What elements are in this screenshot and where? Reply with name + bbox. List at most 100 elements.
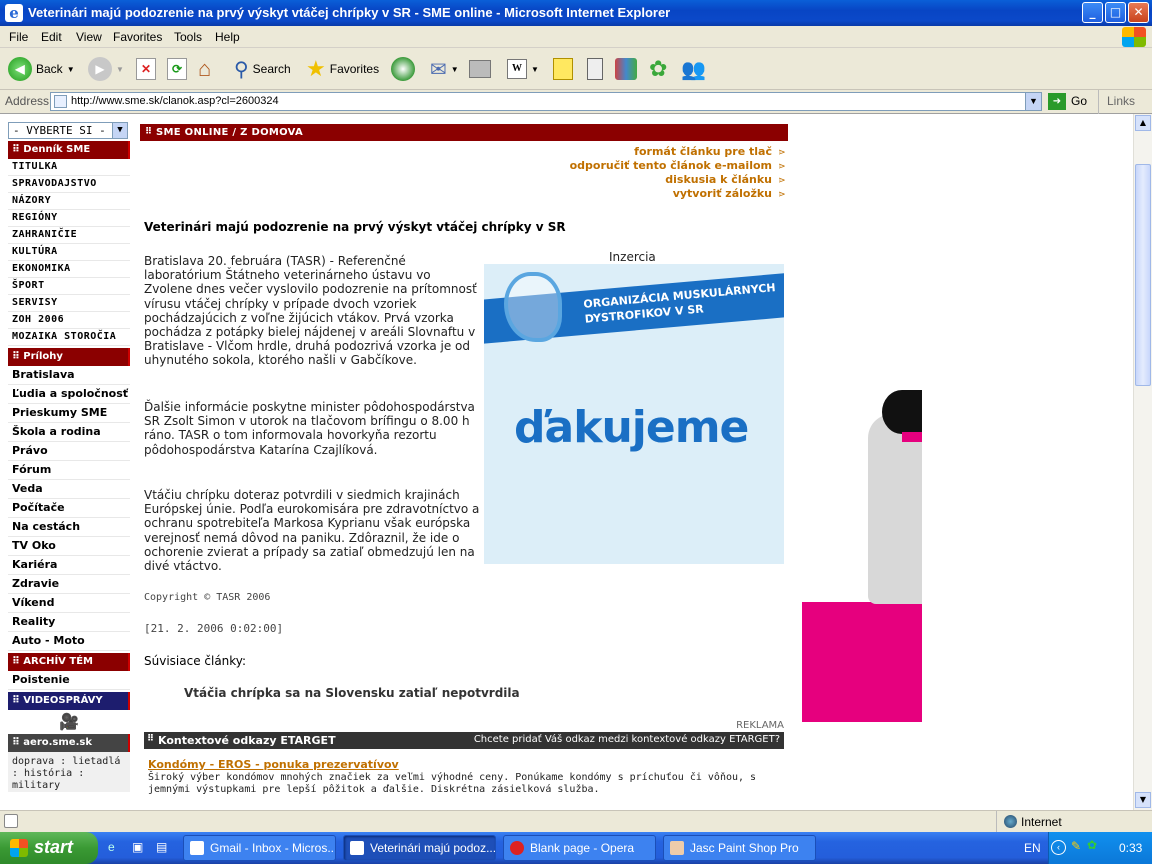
nav-item[interactable]: REGIÓNY xyxy=(8,210,130,227)
nav-item[interactable]: TITULKA xyxy=(8,159,130,176)
task-sme-article[interactable]: Veterinári majú podoz... xyxy=(343,835,496,861)
nav-item[interactable]: Víkend xyxy=(8,594,130,613)
nav-item[interactable]: SERVISY xyxy=(8,295,130,312)
nav-item[interactable]: SPRAVODAJSTVO xyxy=(8,176,130,193)
aero-links[interactable]: doprava : lietadlá : história : military xyxy=(8,752,130,792)
system-tray: ‹ ✎ ✿ 0:33 xyxy=(1048,832,1152,864)
windows-flag-icon xyxy=(1122,27,1146,47)
nav-item[interactable]: Fórum xyxy=(8,461,130,480)
related-article-link[interactable]: Vtáčia chrípka sa na Slovensku zatiaľ ne… xyxy=(184,686,520,700)
status-divider xyxy=(996,811,997,833)
menu-edit[interactable]: Edit xyxy=(41,30,62,44)
mail-button[interactable]: ✉ ▼ xyxy=(430,54,459,84)
scroll-down-icon[interactable]: ▼ xyxy=(1135,792,1151,808)
etarget-header: ⠿ Kontextové odkazy ETARGET Chcete prida… xyxy=(144,732,784,749)
links-button[interactable]: Links xyxy=(1107,94,1135,108)
quicklaunch-ie-icon[interactable]: e xyxy=(108,840,115,854)
nav-item[interactable]: Na cestách xyxy=(8,518,130,537)
nav-item[interactable]: Reality xyxy=(8,613,130,632)
nav-item[interactable]: Veda xyxy=(8,480,130,499)
stop-button[interactable]: ✕ xyxy=(136,54,156,84)
nav-item[interactable]: Auto - Moto xyxy=(8,632,130,651)
nav-item[interactable]: Počítače xyxy=(8,499,130,518)
video-camera-icon[interactable]: 🎥 xyxy=(8,710,130,732)
favorites-button[interactable]: ★ Favorites xyxy=(306,54,379,84)
menu-file[interactable]: File xyxy=(9,30,28,44)
discussion-link[interactable]: diskusia k článku xyxy=(140,173,788,187)
task-paintshop[interactable]: Jasc Paint Shop Pro xyxy=(663,835,816,861)
menu-favorites[interactable]: Favorites xyxy=(113,30,162,44)
discuss-button[interactable] xyxy=(553,54,573,84)
section-select[interactable]: - VYBERTE SI - ▼ xyxy=(8,122,128,139)
menu-view[interactable]: View xyxy=(76,30,102,44)
email-article-link[interactable]: odporučiť tento článok e-mailom xyxy=(140,159,788,173)
menu-tools[interactable]: Tools xyxy=(174,30,202,44)
tray-expand-icon[interactable]: ‹ xyxy=(1051,840,1066,855)
scroll-thumb[interactable] xyxy=(1135,164,1151,386)
quicklaunch-notepad-icon[interactable]: ▤ xyxy=(156,840,167,854)
section-header-aero[interactable]: ⠿ aero.sme.sk xyxy=(8,734,130,752)
scroll-up-icon[interactable]: ▲ xyxy=(1135,115,1151,131)
nav-item[interactable]: ZAHRANIČIE xyxy=(8,227,130,244)
menu-help[interactable]: Help xyxy=(215,30,240,44)
tray-tool-icon[interactable]: ✎ xyxy=(1071,839,1081,853)
address-input[interactable]: http://www.sme.sk/clanok.asp?cl=2600324 … xyxy=(50,92,1042,111)
start-button[interactable]: start xyxy=(0,832,98,864)
etarget-ad-link[interactable]: Kondómy - EROS - ponuka prezervatívov xyxy=(148,758,399,771)
print-button[interactable] xyxy=(469,54,491,84)
nav-item[interactable]: NÁZORY xyxy=(8,193,130,210)
close-button[interactable]: ✕ xyxy=(1128,2,1149,23)
go-arrow-icon[interactable]: ➜ xyxy=(1048,93,1066,110)
nav-item[interactable]: Právo xyxy=(8,442,130,461)
bookmark-link[interactable]: vytvoriť záložku xyxy=(140,187,788,201)
minimize-button[interactable]: _ xyxy=(1082,2,1103,23)
tray-icq-icon[interactable]: ✿ xyxy=(1087,838,1097,852)
history-icon xyxy=(391,57,415,81)
nav-item[interactable]: Bratislava xyxy=(8,366,130,385)
search-button[interactable]: ⚲ Search xyxy=(234,54,291,84)
ad-banner[interactable]: ORGANIZÁCIA MUSKULÁRNYCH DYSTROFIKOV V S… xyxy=(484,264,784,564)
nav-item[interactable]: Kariéra xyxy=(8,556,130,575)
history-button[interactable] xyxy=(391,54,415,84)
icq-button[interactable]: ✿ xyxy=(649,54,667,84)
back-button[interactable]: ◀ Back ▼ xyxy=(8,54,75,84)
nav-item[interactable]: Zdravie xyxy=(8,575,130,594)
security-zone: Internet xyxy=(1021,815,1062,829)
task-opera[interactable]: Blank page - Opera xyxy=(503,835,656,861)
nav-item[interactable]: Prieskumy SME xyxy=(8,404,130,423)
nav-list-dennik: TITULKA SPRAVODAJSTVO NÁZORY REGIÓNY ZAHRANI… xyxy=(8,159,130,346)
etarget-cta-link[interactable]: Chcete pridať Váš odkaz medzi kontextové… xyxy=(474,734,780,745)
maximize-button[interactable]: □ xyxy=(1105,2,1126,23)
task-gmail[interactable]: Gmail - Inbox - Micros... xyxy=(183,835,336,861)
section-header-dennik: ⠿ Denník SME xyxy=(8,141,130,159)
nav-item[interactable]: MOZAIKA STOROČIA xyxy=(8,329,130,346)
opera-icon xyxy=(510,841,524,855)
nav-item[interactable]: Škola a rodina xyxy=(8,423,130,442)
person-collar-graphic xyxy=(902,432,922,442)
nav-item[interactable]: ZOH 2006 xyxy=(8,312,130,329)
article-paragraph-1: Bratislava 20. februára (TASR) - Referen… xyxy=(144,254,477,368)
quicklaunch-desktop-icon[interactable]: ▣ xyxy=(132,840,143,854)
nav-item[interactable]: TV Oko xyxy=(8,537,130,556)
vertical-scrollbar[interactable]: ▲ ▼ xyxy=(1133,114,1152,810)
nav-item[interactable]: Ľudia a spoločnosť xyxy=(8,385,130,404)
msn-button[interactable]: 👥 xyxy=(681,54,706,84)
nav-item[interactable]: ŠPORT xyxy=(8,278,130,295)
title-bar[interactable]: e Veterinári majú podozrenie na prvý výs… xyxy=(0,0,1152,26)
print-format-link[interactable]: formát článku pre tlač xyxy=(140,145,788,159)
forward-button[interactable]: ▶ ▼ xyxy=(88,54,124,84)
edit-button[interactable]: W ▼ xyxy=(507,54,539,84)
nav-item[interactable]: KULTÚRA xyxy=(8,244,130,261)
language-indicator[interactable]: EN xyxy=(1024,841,1041,855)
address-dropdown-icon[interactable]: ▼ xyxy=(1025,93,1041,110)
research-button[interactable] xyxy=(615,54,637,84)
refresh-button[interactable]: ⟳ xyxy=(167,54,187,84)
word-icon: W xyxy=(507,59,527,79)
nav-item-poistenie[interactable]: Poistenie xyxy=(8,671,130,690)
ad-thanks-text: ďakujeme xyxy=(514,402,749,453)
nav-item[interactable]: EKONOMIKA xyxy=(8,261,130,278)
messenger-button[interactable] xyxy=(587,54,603,84)
go-button[interactable]: Go xyxy=(1071,94,1087,108)
section-header-videospravy[interactable]: ⠿ VIDEOSPRÁVY xyxy=(8,692,130,710)
home-button[interactable]: ⌂ xyxy=(198,54,211,84)
